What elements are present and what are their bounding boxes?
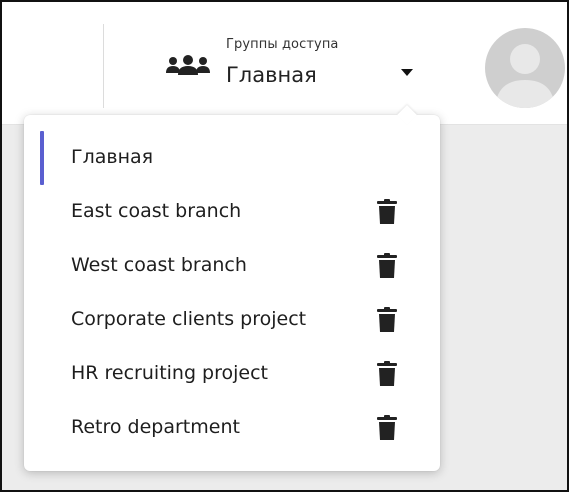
people-group-icon: [165, 54, 211, 78]
access-group-selector[interactable]: Группы доступа Главная: [162, 32, 424, 90]
current-group-name: Главная: [226, 63, 317, 87]
group-item-east-coast-branch[interactable]: East coast branch: [24, 185, 440, 239]
group-item-label: Главная: [71, 146, 154, 168]
group-item-retro-department[interactable]: Retro department: [24, 401, 440, 455]
group-item-label: Corporate clients project: [71, 308, 307, 330]
group-item-main[interactable]: Главная: [24, 131, 440, 185]
group-item-label: Retro department: [71, 416, 240, 438]
trash-icon[interactable]: [376, 199, 398, 225]
access-group-dropdown: Главная East coast branch West coast bra…: [24, 105, 440, 471]
header-divider: [103, 24, 104, 108]
group-item-label: East coast branch: [71, 200, 242, 222]
access-group-list: Главная East coast branch West coast bra…: [24, 131, 440, 455]
trash-icon[interactable]: [376, 415, 398, 441]
user-avatar-icon: [495, 44, 555, 108]
group-item-label: HR recruiting project: [71, 362, 269, 384]
top-bar: Группы доступа Главная: [2, 2, 567, 125]
group-item-corporate-clients-project[interactable]: Corporate clients project: [24, 293, 440, 347]
group-item-label: West coast branch: [71, 254, 247, 276]
access-groups-caption: Группы доступа: [226, 37, 339, 52]
trash-icon[interactable]: [376, 253, 398, 279]
trash-icon[interactable]: [376, 307, 398, 333]
trash-icon[interactable]: [376, 361, 398, 387]
group-item-west-coast-branch[interactable]: West coast branch: [24, 239, 440, 293]
app-frame: Группы доступа Главная Главная East coas…: [0, 0, 569, 492]
user-avatar[interactable]: [485, 28, 565, 108]
caret-down-icon[interactable]: [401, 69, 413, 76]
group-item-hr-recruiting-project[interactable]: HR recruiting project: [24, 347, 440, 401]
